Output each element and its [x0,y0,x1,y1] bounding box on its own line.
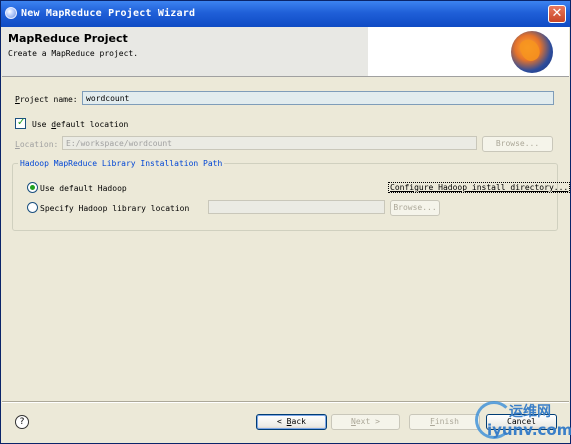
project-name-input[interactable]: wordcount [82,91,554,105]
wizard-window: New MapReduce Project Wizard ✕ MapReduce… [0,0,571,444]
back-button[interactable]: < Back [256,414,327,430]
iyunv-watermark: 运维网 iyunv.com [469,399,571,443]
specify-hadoop-location-label[interactable]: Specify Hadoop library location [40,204,189,213]
hadoop-library-group [12,163,558,231]
next-rest: ext > [355,417,380,426]
finish-rest: inish [434,417,459,426]
banner-text-area: MapReduce Project Create a MapReduce pro… [2,27,368,76]
banner-description: Create a MapReduce project. [8,49,139,58]
checkmark-icon: ✓ [17,117,26,128]
next-button: Next > [331,414,400,430]
location-label-text: ocation: [19,140,59,149]
use-default-location-rest: efault location [56,120,129,129]
project-name-label: Project name: [15,95,78,104]
back-prefix: < [277,417,287,426]
location-browse-button: Browse... [482,136,553,152]
hadoop-elephant-logo-icon [511,31,553,73]
radio-selected-dot [30,185,35,190]
location-label: Location: [15,140,58,149]
project-name-label-text: roject name: [19,95,78,104]
close-button[interactable]: ✕ [548,5,566,23]
eclipse-app-icon [5,7,17,19]
specify-hadoop-location-radio[interactable] [27,202,38,213]
configure-hadoop-link[interactable]: Configure Hadoop install directory... [388,182,571,193]
title-bar[interactable]: New MapReduce Project Wizard ✕ [1,1,570,27]
banner-title: MapReduce Project [8,32,128,45]
use-default-location-checkbox[interactable]: ✓ [15,117,26,129]
window-title: New MapReduce Project Wizard [21,8,196,19]
watermark-cn-text: 运维网 [509,404,551,420]
hadoop-group-title: Hadoop MapReduce Library Installation Pa… [18,159,225,168]
location-input: E:/workspace/wordcount [62,136,477,150]
use-default-location-prefix: Use [32,120,52,129]
watermark-en-text: iyunv.com [487,421,571,439]
use-default-location-label[interactable]: Use default location [32,120,128,129]
hadoop-location-input [208,200,385,214]
use-default-hadoop-radio[interactable] [27,182,38,193]
help-icon[interactable]: ? [15,415,29,429]
back-rest: ack [291,417,306,426]
use-default-hadoop-label[interactable]: Use default Hadoop [40,184,127,193]
hadoop-browse-button: Browse... [390,200,440,216]
wizard-banner: MapReduce Project Create a MapReduce pro… [2,27,569,77]
